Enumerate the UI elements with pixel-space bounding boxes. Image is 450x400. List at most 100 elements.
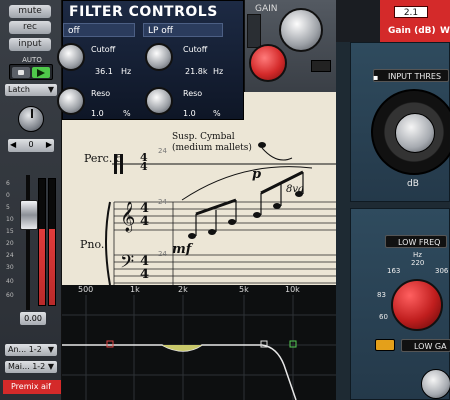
right-filter-type[interactable]: LP off: [143, 23, 223, 37]
automation-read-button[interactable]: [12, 67, 30, 78]
left-filter-type[interactable]: off: [63, 23, 135, 37]
scale-tick: 20: [6, 240, 14, 247]
volume-scale: 6 0 5 10 15 20 24 30 40 60: [6, 180, 20, 310]
threshold-db-label: dB: [407, 179, 419, 189]
cutoff-right-unit: Hz: [213, 67, 224, 76]
cymbal-mallets: (medium mallets): [172, 143, 252, 153]
volume-value-box[interactable]: 0.00: [20, 312, 46, 325]
chevron-down-icon: ▼: [47, 85, 54, 94]
reso-left-unit: %: [123, 109, 131, 118]
mute-button[interactable]: mute: [9, 5, 51, 18]
scale-tick: 30: [6, 264, 14, 271]
insert-slot[interactable]: Premix aif: [3, 380, 61, 394]
automation-mode-label: Latch: [8, 85, 30, 94]
scale-tick: 60: [6, 292, 14, 299]
instrument-perc: Perc. 5: [84, 152, 123, 165]
level-meter-right: [48, 178, 56, 306]
level-meter-left: [38, 178, 46, 306]
cutoff-left-unit: Hz: [121, 67, 132, 76]
low-gain-knob[interactable]: [421, 369, 450, 399]
gain-meter: [311, 60, 331, 72]
filter-title: FILTER CONTROLS: [69, 4, 218, 20]
reso-right-knob[interactable]: [145, 87, 173, 115]
cutoff-right-label: Cutoff: [183, 45, 208, 54]
time-bottom: 4: [140, 267, 150, 282]
eq-module: LOW FREQ Hz 163 220 306 83 60 LOW GA: [350, 208, 450, 400]
scale-tick: 5: [6, 204, 10, 211]
reso-left-value: 1.0: [91, 109, 104, 118]
input-button[interactable]: input: [9, 38, 51, 51]
record-button[interactable]: rec: [9, 21, 51, 34]
chevron-down-icon: ▼: [47, 362, 54, 371]
stop-icon: [18, 70, 24, 75]
output-select-2[interactable]: Mai... 1-2 ▼: [5, 361, 57, 373]
pan-knob[interactable]: [18, 106, 44, 132]
cutoff-right-knob[interactable]: [145, 43, 173, 71]
meter-fill-left: [39, 229, 45, 305]
instrument-piano: Pno.: [80, 238, 105, 251]
chevron-right-icon: ▶: [45, 140, 52, 149]
cymbal-instruction: Susp. Cymbal: [172, 132, 235, 142]
gain-red-knob[interactable]: [249, 44, 287, 82]
automation-mode-select[interactable]: Latch ▼: [5, 84, 57, 96]
threshold-knob[interactable]: [395, 113, 435, 153]
bar-number: 24: [158, 147, 167, 155]
time-bottom: 4: [140, 160, 148, 173]
low-freq-button[interactable]: LOW FREQ: [385, 235, 447, 248]
gain-slot: [247, 14, 261, 48]
scale-tick: 15: [6, 228, 14, 235]
input-threshold-button[interactable]: INPUT THRES: [373, 69, 449, 82]
fader-track: [26, 175, 30, 310]
reso-left-knob[interactable]: [57, 87, 85, 115]
bar-number: 24: [158, 198, 167, 206]
output-1-label: An... 1-2: [8, 345, 42, 354]
auto-label: AUTO: [22, 56, 42, 64]
cutoff-left-label: Cutoff: [91, 45, 116, 54]
gain-label: GAIN: [255, 4, 278, 14]
time-signature-perc: 44: [140, 152, 148, 173]
gain-value-label: Gain (dB): [388, 26, 436, 36]
eq-freq-label: 2k: [178, 285, 188, 294]
eq-freq-label: 1k: [130, 285, 140, 294]
eq-freq-label: 500: [78, 285, 94, 294]
bar-number: 24: [158, 250, 167, 258]
freq-mark: 220: [411, 259, 425, 267]
eq-bypass-button[interactable]: [375, 339, 395, 351]
scale-tick: 24: [6, 252, 14, 259]
threshold-dial[interactable]: [371, 89, 450, 175]
reso-right-value: 1.0: [183, 109, 196, 118]
low-freq-knob[interactable]: [391, 279, 443, 331]
pan-pointer: [31, 109, 33, 118]
volume-fader[interactable]: [20, 200, 38, 230]
reso-right-unit: %: [213, 109, 221, 118]
filter-controls-panel: FILTER CONTROLS off LP off Cutoff 36.1 H…: [57, 0, 244, 120]
dynamic-mezzoforte: mf: [172, 242, 192, 257]
freq-mark: 60: [379, 313, 388, 321]
time-signature-treble: 44: [140, 202, 149, 228]
treble-clef-icon: 𝄞: [120, 202, 136, 232]
time-signature-bass: 44: [140, 255, 149, 281]
eq-grid: [62, 295, 336, 400]
scale-tick: 6: [6, 180, 10, 187]
chevron-left-icon: ◀: [10, 140, 17, 149]
freq-mark: 83: [377, 291, 386, 299]
pan-value-box[interactable]: ◀ 0 ▶: [8, 139, 54, 152]
dynamic-piano: p: [252, 167, 262, 182]
play-icon: [37, 69, 45, 77]
gain-value-box[interactable]: 2.1: [394, 6, 428, 18]
freq-mark: 163: [387, 267, 401, 275]
cutoff-left-knob[interactable]: [57, 43, 85, 71]
bass-clef-icon: 𝄢: [120, 252, 135, 277]
gain-knob[interactable]: [279, 8, 323, 52]
output-select-1[interactable]: An... 1-2 ▼: [5, 344, 57, 356]
freq-mark: 306: [435, 267, 449, 275]
meter-fill-right: [49, 229, 55, 305]
automation-play-button[interactable]: [32, 67, 50, 78]
eq-freq-label: 10k: [285, 285, 300, 294]
low-gain-button[interactable]: LOW GA: [401, 339, 450, 352]
compressor-rack: INPUT THRES ▪ dB LOW FREQ Hz 163 220 306…: [336, 42, 450, 400]
chevron-down-icon: ▼: [47, 345, 54, 354]
automation-toggle: [9, 64, 53, 80]
cutoff-left-value: 36.1: [95, 67, 113, 76]
octave-marking: 8va: [286, 184, 304, 195]
